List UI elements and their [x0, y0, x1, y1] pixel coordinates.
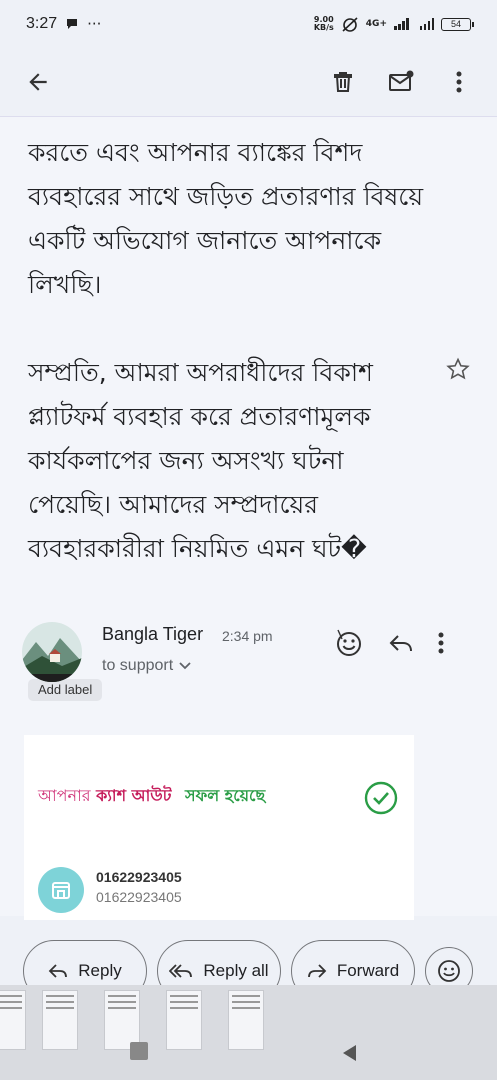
reply-all-icon	[169, 964, 193, 978]
star-icon	[446, 357, 470, 380]
delete-button[interactable]	[325, 64, 361, 100]
forward-label: Forward	[336, 961, 400, 980]
store-icon	[38, 867, 84, 913]
check-circle-icon	[364, 781, 398, 815]
star-button[interactable]	[446, 357, 470, 385]
card-title-prefix: আপনার	[38, 786, 91, 805]
card-title: আপনার ক্যাশ আউট সফল হয়েছে	[38, 783, 265, 810]
back-nav-icon[interactable]	[340, 1043, 358, 1063]
card-title-cashout: ক্যাশ আউট	[96, 786, 172, 805]
reply-icon	[48, 964, 68, 978]
reply-all-label: Reply all	[203, 961, 269, 980]
battery-icon: 54	[441, 17, 474, 31]
transaction-card[interactable]: আপনার ক্যাশ আউট সফল হয়েছে 01622923405 0…	[24, 735, 414, 920]
back-button[interactable]	[20, 64, 56, 100]
account-number-secondary: 01622923405	[96, 889, 182, 905]
sender-name: Bangla Tiger	[102, 624, 204, 644]
more-options-button[interactable]	[441, 64, 477, 100]
sender-actions	[334, 628, 444, 662]
navigation-bar	[0, 1018, 497, 1080]
reply-icon-button[interactable]	[388, 633, 414, 657]
network-type: 4G+	[365, 19, 387, 29]
alarm-off-icon	[342, 17, 358, 32]
mail-unread-icon	[389, 70, 414, 91]
signal-2-icon	[419, 18, 434, 30]
status-bar: 3:27 ··· 9.00 KB/s 4G+ 54	[0, 0, 497, 48]
signal-icon	[394, 18, 409, 30]
status-ellipsis: ···	[87, 15, 102, 33]
email-paragraph-1: করতে এবং আপনার ব্যাঙ্কের বিশদ ব্যবহারের …	[28, 138, 424, 299]
network-speed: 9.00 KB/s	[313, 15, 334, 32]
message-more-button[interactable]	[438, 632, 444, 658]
add-reaction-icon	[337, 629, 361, 656]
landscape-avatar-image	[22, 622, 82, 682]
recipient-label: to support	[102, 657, 174, 674]
forward-icon	[307, 964, 327, 978]
emoji-icon	[438, 960, 460, 982]
email-body: করতে এবং আপনার ব্যাঙ্কের বিশদ ব্যবহারের …	[28, 131, 428, 615]
status-time: 3:27	[26, 15, 58, 32]
home-button[interactable]	[130, 1042, 148, 1060]
arrow-back-icon	[29, 73, 47, 91]
card-title-success: সফল হয়েছে	[185, 786, 266, 805]
trash-icon	[334, 72, 352, 92]
battery-level: 54	[450, 19, 461, 29]
more-vert-icon	[456, 71, 462, 93]
app-bar	[0, 48, 497, 116]
react-emoji-button[interactable]	[334, 628, 364, 662]
account-number: 01622923405	[96, 869, 182, 885]
email-paragraph-2: সম্প্রতি, আমরা অপরাধীদের বিকাশ প্ল্যাটফর…	[28, 358, 373, 563]
sender-time: 2:34 pm	[222, 628, 273, 644]
reply-icon	[389, 635, 412, 652]
add-label-chip[interactable]: Add label	[28, 679, 103, 701]
chat-bubble-icon	[67, 19, 78, 29]
mark-unread-button[interactable]	[383, 64, 419, 100]
reply-label: Reply	[78, 961, 122, 980]
recipient-toggle[interactable]: to support	[102, 657, 191, 675]
more-vert-icon	[438, 632, 444, 654]
chevron-down-icon	[179, 662, 191, 670]
avatar[interactable]	[22, 622, 82, 682]
